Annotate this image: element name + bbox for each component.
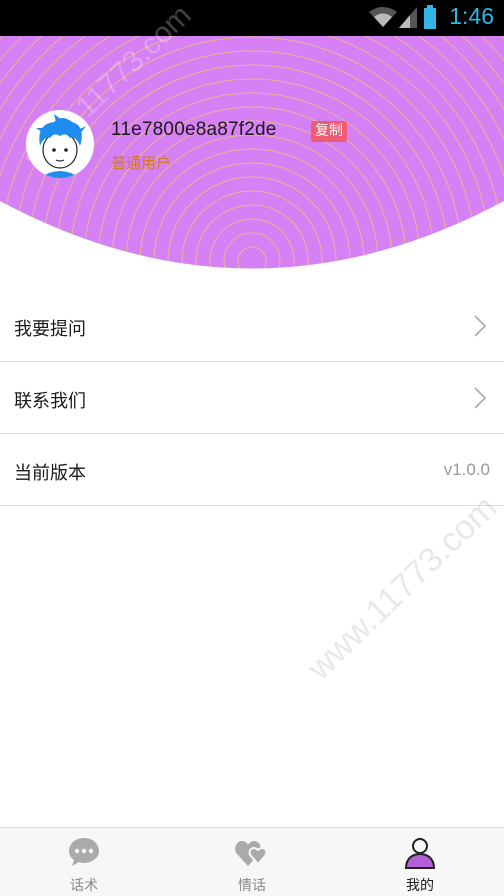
signal-icon	[399, 7, 417, 28]
tab-scripts[interactable]: 话术	[0, 828, 168, 896]
user-id: 11e7800e8a87f2de	[111, 119, 277, 140]
chevron-right-icon	[474, 315, 486, 337]
version-value: v1.0.0	[443, 460, 490, 479]
hearts-icon	[235, 841, 268, 866]
watermark: www.11773.com	[300, 488, 504, 688]
user-role: 普通用户	[111, 154, 172, 172]
chevron-right-icon	[474, 387, 486, 409]
menu-item-ask-question[interactable]: 我要提问	[0, 290, 504, 362]
chat-bubble-icon	[69, 838, 99, 866]
bottom-tab-bar: 话术 情话 我的	[0, 827, 504, 896]
tab-label: 情话	[238, 878, 266, 894]
copy-id-button[interactable]: 复制	[311, 121, 347, 142]
tab-love-words[interactable]: 情话	[168, 828, 336, 896]
wifi-icon	[369, 7, 397, 27]
menu-item-current-version: 当前版本 v1.0.0	[0, 434, 504, 506]
avatar[interactable]	[26, 110, 94, 178]
cartoon-boy-avatar-icon	[26, 110, 94, 178]
battery-icon	[424, 5, 436, 29]
person-icon	[404, 838, 436, 869]
menu-item-label: 我要提问	[14, 319, 86, 340]
menu-item-label: 当前版本	[14, 463, 86, 484]
tab-label: 我的	[406, 878, 434, 894]
menu-item-label: 联系我们	[14, 391, 86, 412]
tab-mine[interactable]: 我的	[336, 828, 504, 896]
tab-label: 话术	[70, 878, 98, 894]
menu-item-contact-us[interactable]: 联系我们	[0, 362, 504, 434]
status-bar: 1:46	[0, 0, 504, 36]
status-time: 1:46	[449, 3, 494, 29]
settings-menu: 我要提问 联系我们 当前版本 v1.0.0	[0, 290, 504, 506]
